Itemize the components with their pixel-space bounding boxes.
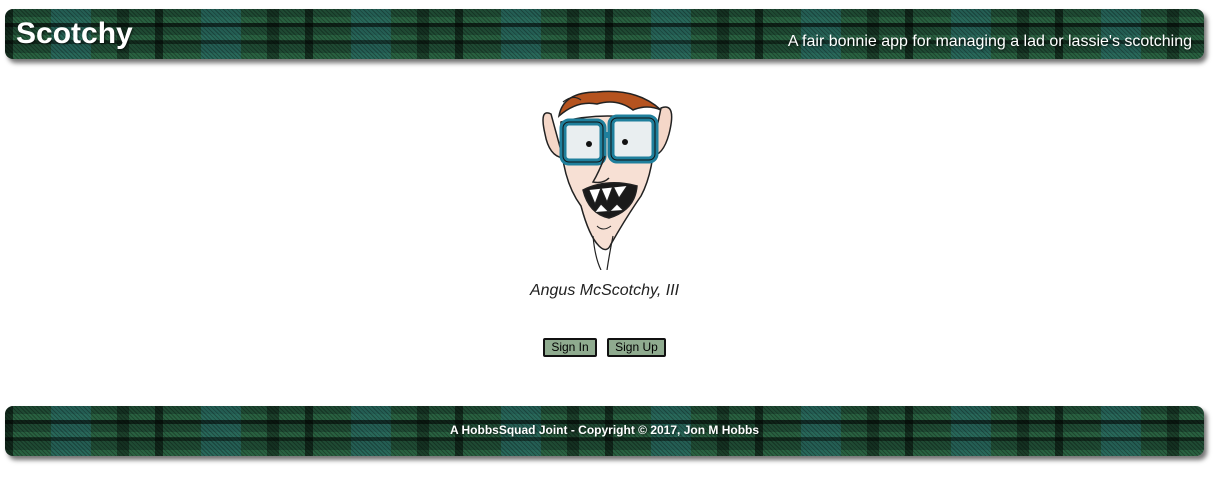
mascot-image xyxy=(542,90,673,270)
sign-up-button[interactable]: Sign Up xyxy=(607,338,666,357)
sign-in-button[interactable]: Sign In xyxy=(543,338,597,357)
app-tagline: A fair bonnie app for managing a lad or … xyxy=(787,33,1192,50)
footer-banner: A HobbsSquad Joint - Copyright © 2017, J… xyxy=(5,406,1204,456)
header-banner: Scotchy A fair bonnie app for managing a… xyxy=(5,9,1204,59)
mascot-caption: Angus McScotchy, III xyxy=(529,282,680,299)
copyright-text: A HobbsSquad Joint - Copyright © 2017, J… xyxy=(449,423,760,437)
app-title: Scotchy xyxy=(16,17,133,50)
